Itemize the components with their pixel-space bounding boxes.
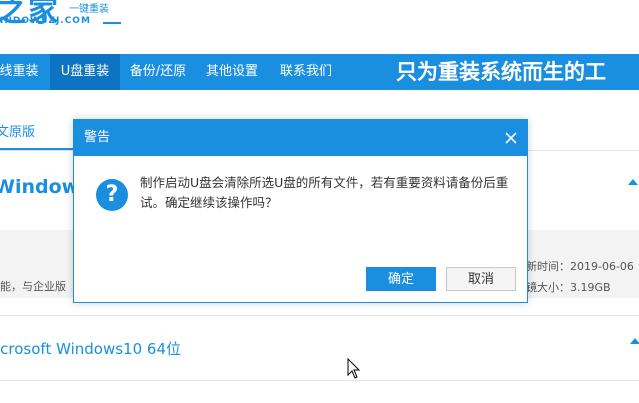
image-size-text: 镜大小：3.19GB	[526, 281, 611, 294]
system-item-description: 能，与企业版	[0, 280, 66, 293]
system-item-title[interactable]: icrosoft Windows10 64位	[0, 338, 181, 359]
main-nav: 线重装 U盘重装 备份/还原 其他设置 联系我们 只为重装系统而生的工	[0, 54, 639, 90]
nav-backup-restore[interactable]: 备份/还原	[122, 54, 194, 90]
divider	[0, 380, 639, 381]
warning-dialog: 警告 ? 制作启动U盘会清除所选U盘的所有文件，若有重要资料请备份后重试。确定继…	[73, 119, 528, 303]
logo-subtitle: 一键重装	[69, 4, 109, 15]
mouse-cursor-icon	[347, 358, 361, 379]
cancel-button[interactable]: 取消	[446, 267, 516, 291]
dialog-header: 警告	[74, 120, 527, 156]
collapse-up-icon[interactable]	[628, 179, 638, 185]
question-icon: ?	[96, 179, 128, 211]
divider	[0, 315, 639, 316]
update-time-text: 新时间：2019-06-06	[526, 260, 634, 273]
logo-divider	[103, 22, 121, 24]
nav-slogan: 只为重装系统而生的工	[396, 60, 606, 84]
collapse-up-icon[interactable]	[630, 338, 639, 344]
nav-contact-us[interactable]: 联系我们	[272, 54, 340, 90]
nav-other-settings[interactable]: 其他设置	[198, 54, 266, 90]
tab-original-edition[interactable]: 文原版	[0, 118, 75, 150]
nav-usb-reinstall[interactable]: U盘重装	[50, 54, 120, 90]
confirm-button[interactable]: 确定	[366, 267, 436, 291]
dialog-title: 警告	[84, 130, 111, 145]
nav-online-reinstall[interactable]: 线重装	[0, 54, 48, 90]
dialog-message: 制作启动U盘会清除所选U盘的所有文件，若有重要资料请备份后重试。确定继续该操作吗…	[140, 175, 509, 210]
logo-url: INDOWSZJ.COM	[0, 16, 91, 26]
app-header: 之家 一键重装 INDOWSZJ.COM	[0, 0, 639, 52]
close-icon[interactable]	[501, 128, 521, 148]
